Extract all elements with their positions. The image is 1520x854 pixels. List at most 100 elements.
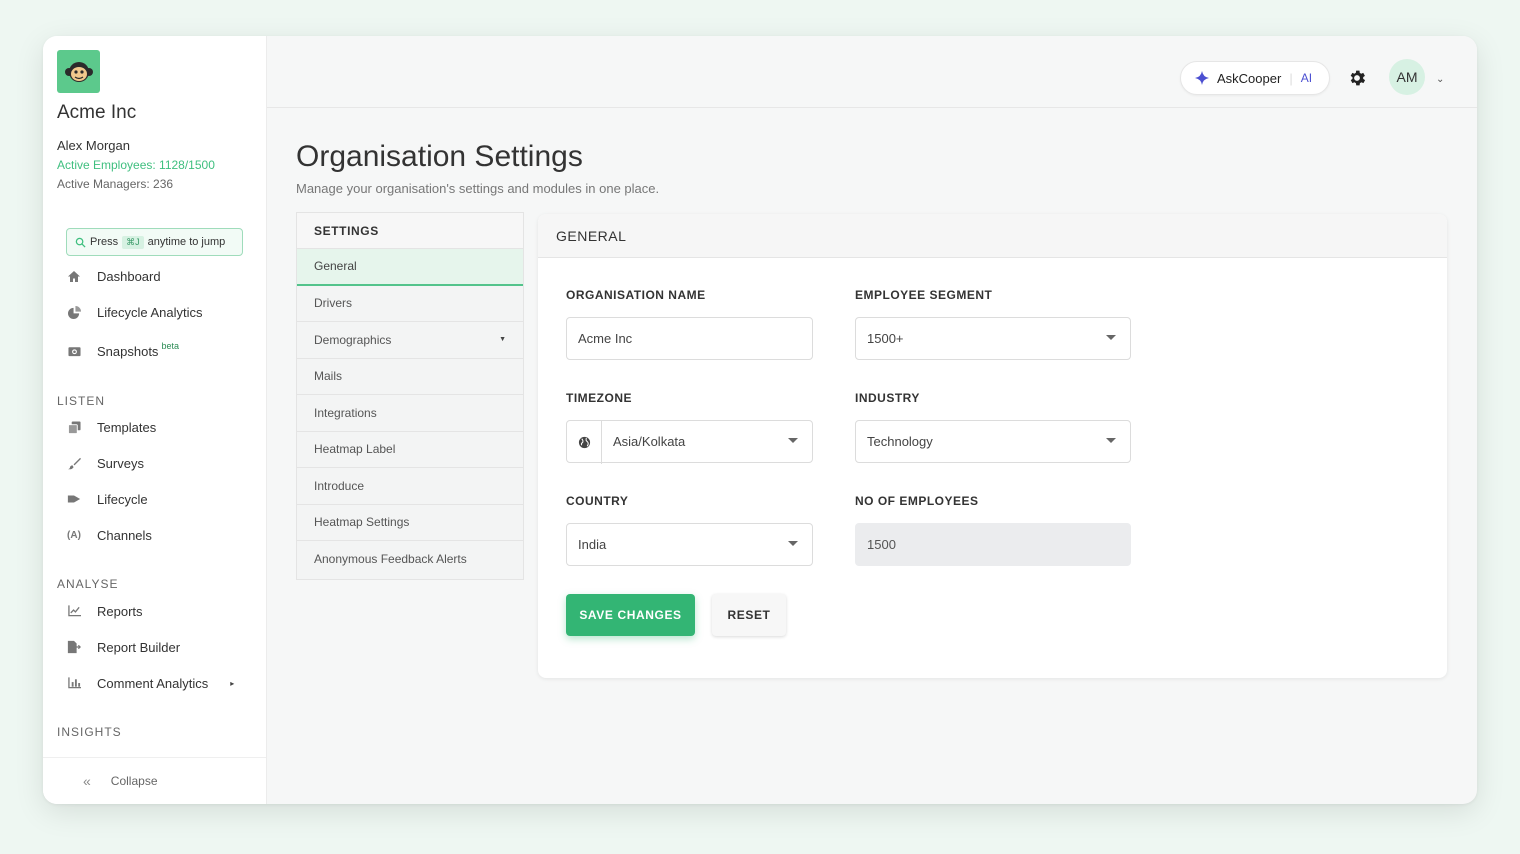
sidebar-item-surveys[interactable]: Surveys [67,451,144,475]
sidebar-item-label: Report Builder [97,639,181,655]
employee-count-value: 1500 [867,537,896,552]
org-name-label: ORGANISATION NAME [566,288,706,302]
sidebar-item-label: Reports [97,603,143,619]
jump-press-text: Press [90,236,119,248]
country-select[interactable]: India [566,523,813,566]
caret-down-icon [1106,438,1116,443]
askcooper-button[interactable]: AskCooper | AI [1180,61,1330,95]
sidebar-item-channels[interactable]: (A) Channels [67,523,152,547]
broadcast-icon: (A) [67,529,81,541]
timezone-value: Asia/Kolkata [613,434,686,449]
section-label-analyse: ANALYSE [57,577,119,591]
save-changes-button[interactable]: SAVE CHANGES [566,594,695,636]
company-logo[interactable] [57,50,100,93]
sidebar-item-comment-analytics[interactable]: Comment Analytics ▸ [67,671,234,695]
sidebar-item-lifecycle[interactable]: Lifecycle [67,487,148,511]
collapse-label: Collapse [110,774,158,788]
employee-segment-select[interactable]: 1500+ [855,317,1131,360]
settings-item-demographics[interactable]: Demographics ▼ [297,322,523,359]
industry-label: INDUSTRY [855,391,920,405]
expand-arrow-icon: ▸ [230,678,235,688]
sidebar-item-lifecycle-analytics[interactable]: Lifecycle Analytics [67,300,203,324]
section-label-listen: LISTEN [57,394,106,408]
sidebar-item-snapshots[interactable]: Snapshots beta [67,339,179,363]
settings-item-heatmap-label[interactable]: Heatmap Label [297,432,523,468]
user-name: Alex Morgan [57,138,130,153]
gear-icon[interactable] [1347,68,1367,88]
sidebar-item-label: Snapshots [97,343,159,359]
sidebar-item-reports[interactable]: Reports [67,599,143,623]
settings-item-anonymous-feedback-alerts[interactable]: Anonymous Feedback Alerts [297,541,523,578]
settings-item-integrations[interactable]: Integrations [297,395,523,432]
askcooper-label: AskCooper [1217,70,1282,86]
settings-item-drivers[interactable]: Drivers [297,286,523,322]
settings-menu: SETTINGS General Drivers Demographics ▼ M… [296,212,524,580]
sidebar-item-label: Templates [97,419,157,435]
flag-icon [67,492,81,506]
settings-item-general[interactable]: General [297,249,523,286]
employee-segment-label: EMPLOYEE SEGMENT [855,288,993,302]
brush-icon [67,456,81,470]
sidebar-item-label: Lifecycle Analytics [97,304,203,320]
general-heading: GENERAL [538,214,1447,258]
org-name-input[interactable]: Acme Inc [566,317,813,360]
pie-chart-icon [67,305,81,319]
file-export-icon [67,640,81,654]
beta-badge: beta [161,341,179,351]
sparkle-icon [1195,71,1209,85]
caret-down-icon [788,541,798,546]
bar-chart-icon [67,676,81,690]
jump-search[interactable]: Press ⌘J anytime to jump [66,228,243,256]
collapse-button[interactable]: « Collapse [43,757,266,804]
settings-item-label: Drivers [314,296,352,311]
home-icon [67,269,81,283]
section-label-insights: INSIGHTS [57,725,122,739]
camera-icon [67,344,81,358]
shortcut-kbd: ⌘J [122,235,144,249]
divider: | [1289,70,1293,86]
search-icon [75,237,86,248]
timezone-select[interactable]: Asia/Kolkata [566,420,813,464]
sidebar-item-label: Channels [97,527,152,543]
sidebar-item-label: Surveys [97,455,144,471]
sidebar-item-dashboard[interactable]: Dashboard [67,264,161,288]
settings-heading: SETTINGS [297,213,523,249]
top-bar: AskCooper | AI AM ⌄ [267,36,1477,108]
double-chevron-left-icon: « [83,773,91,789]
caret-down-icon [1106,335,1116,340]
country-value: India [578,537,607,552]
sidebar-item-templates[interactable]: Templates [67,415,156,439]
avatar[interactable]: AM [1389,59,1425,95]
page-title: Organisation Settings [296,140,583,173]
settings-item-introduce[interactable]: Introduce [297,468,523,505]
org-name-value: Acme Inc [578,331,633,346]
employee-segment-value: 1500+ [867,331,904,346]
settings-item-label: Introduce [314,478,365,493]
industry-select[interactable]: Technology [855,420,1131,463]
page-subtitle: Manage your organisation's settings and … [296,181,660,196]
sidebar-item-label: Dashboard [97,268,161,284]
app-window: Acme Inc Alex Morgan Active Employees: 1… [43,36,1477,804]
sidebar-item-label: Comment Analytics [97,675,209,691]
ai-label: AI [1300,71,1313,85]
reset-button[interactable]: RESET [712,594,786,636]
copy-icon [67,420,81,434]
active-employees: Active Employees: 1128/1500 [57,158,215,172]
expand-triangle-icon: ▼ [499,336,506,344]
jump-suffix-text: anytime to jump [147,236,226,248]
settings-item-label: General [314,259,357,274]
employee-count-field: 1500 [855,523,1131,566]
settings-item-label: Mails [314,369,343,384]
chevron-down-icon[interactable]: ⌄ [1436,74,1444,85]
settings-item-mails[interactable]: Mails [297,359,523,395]
sidebar-item-report-builder[interactable]: Report Builder [67,635,180,659]
settings-item-label: Demographics [314,332,392,347]
country-label: COUNTRY [566,494,629,508]
company-name: Acme Inc [57,102,137,123]
monkey-icon [64,61,93,82]
sidebar: Acme Inc Alex Morgan Active Employees: 1… [43,36,267,804]
line-chart-icon [67,604,81,618]
timezone-label: TIMEZONE [566,391,632,405]
settings-item-heatmap-settings[interactable]: Heatmap Settings [297,505,523,541]
settings-item-label: Heatmap Label [314,442,396,457]
